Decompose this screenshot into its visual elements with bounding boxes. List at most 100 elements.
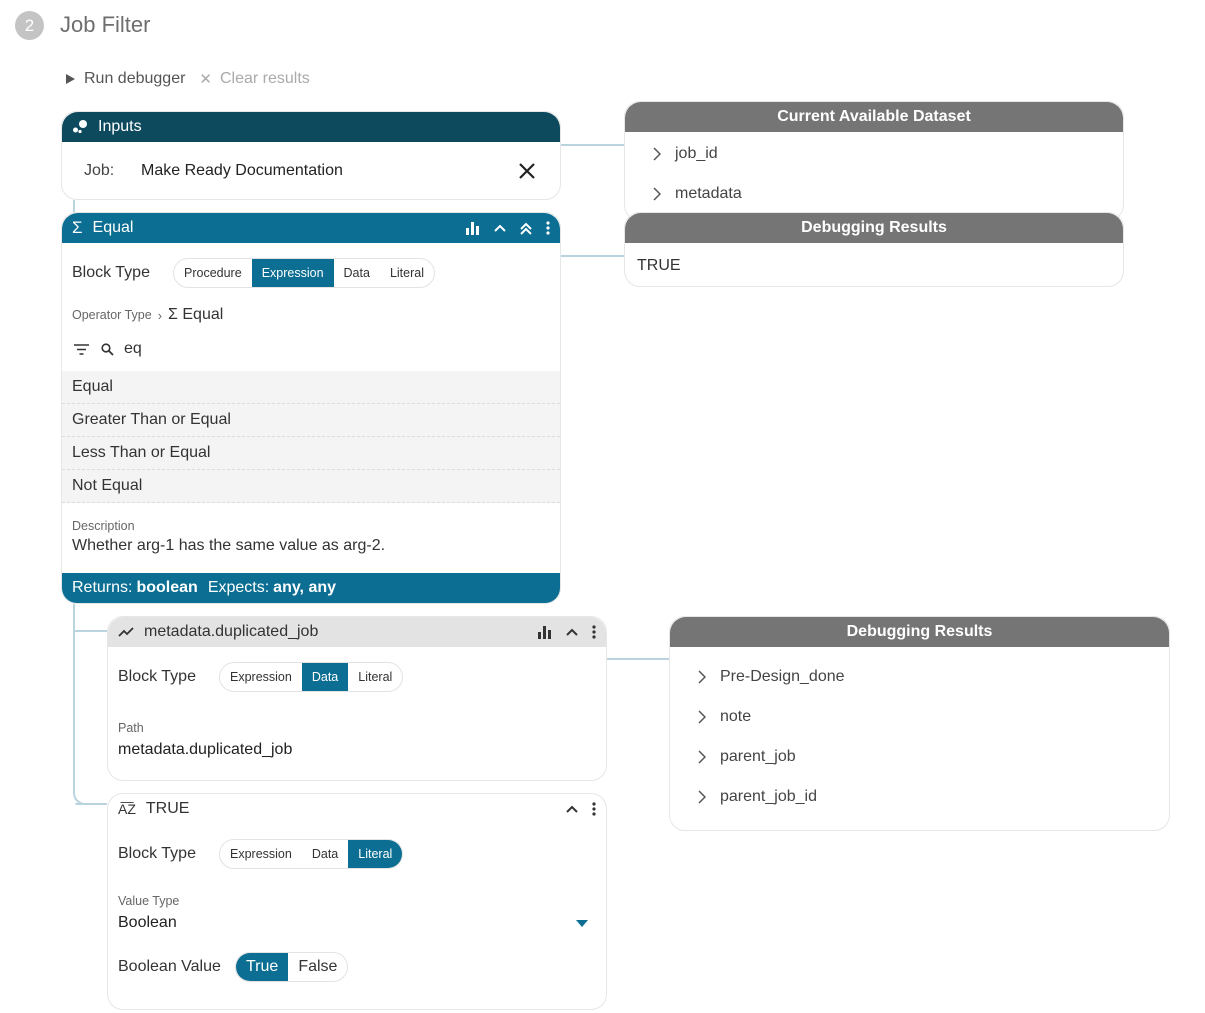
chevron-up-icon[interactable] [566, 805, 578, 813]
block-type-selector: Expression Data Literal [219, 662, 404, 692]
tree-item-label: note [720, 708, 752, 725]
tree-item[interactable]: Pre-Design_done [670, 657, 1169, 697]
block-type-row: Block Type Procedure Expression Data Lit… [62, 243, 560, 303]
metadata-block-title: metadata.duplicated_job [144, 623, 319, 640]
connector-line [561, 144, 624, 146]
equal-block-header: Σ Equal [62, 213, 560, 243]
block-type-expression[interactable]: Expression [220, 663, 302, 691]
block-type-literal[interactable]: Literal [380, 259, 434, 287]
description-value: Whether arg-1 has the same value as arg-… [72, 537, 386, 554]
boolean-true-option[interactable]: True [236, 953, 289, 981]
chevron-up-icon[interactable] [566, 628, 578, 636]
connector-line [607, 658, 669, 660]
description-section: Description Whether arg-1 has the same v… [62, 503, 560, 569]
tree-item-label: metadata [675, 185, 742, 202]
trending-icon [118, 627, 134, 637]
value-type-section: Value Type Boolean [108, 884, 606, 932]
boolean-value-label: Boolean Value [118, 958, 221, 975]
block-type-label: Block Type [72, 264, 150, 281]
block-type-data[interactable]: Data [301, 663, 349, 691]
chevron-right-icon: › [157, 307, 163, 323]
connector-line [561, 255, 624, 257]
boolean-toggle: True False [235, 952, 349, 982]
block-type-expression[interactable]: Expression [251, 259, 334, 287]
operator-type-breadcrumb: Operator Type › Σ Equal [62, 303, 560, 327]
block-type-label: Block Type [118, 668, 196, 685]
chevron-right-icon [698, 710, 706, 724]
returns-label: Returns: [72, 579, 133, 596]
run-debugger-button[interactable]: Run debugger [66, 70, 185, 88]
operator-option-gte[interactable]: Greater Than or Equal [62, 404, 560, 437]
connector-curve [73, 785, 93, 805]
block-type-data[interactable]: Data [334, 259, 380, 287]
chevron-right-icon [698, 750, 706, 764]
job-label: Job: [84, 162, 115, 179]
operator-options-list: Equal Greater Than or Equal Less Than or… [62, 371, 560, 503]
connector-line [73, 630, 107, 632]
dataset-panel: Current Available Dataset job_id metadat… [624, 101, 1124, 221]
returns-value: boolean [136, 579, 198, 596]
play-icon [66, 74, 75, 84]
chevron-up-icon[interactable] [494, 224, 506, 232]
inputs-title: Inputs [98, 118, 142, 135]
chevron-right-icon [653, 147, 661, 161]
block-type-selector: Expression Data Literal [219, 839, 404, 869]
block-type-selector: Procedure Expression Data Literal [173, 258, 435, 288]
block-type-literal[interactable]: Literal [348, 663, 402, 691]
job-value[interactable]: Make Ready Documentation [141, 162, 516, 180]
tree-item[interactable]: note [670, 697, 1169, 737]
tree-item[interactable]: parent_job [670, 737, 1169, 777]
boolean-false-option[interactable]: False [288, 953, 347, 981]
value-type-label: Value Type [118, 894, 180, 908]
chevron-right-icon [698, 670, 706, 684]
true-block-header: A͞Z TRUE [108, 794, 606, 824]
tree-item-label: parent_job_id [720, 788, 817, 805]
connector-line [73, 200, 75, 212]
inputs-icon [73, 120, 87, 134]
tree-item-label: Pre-Design_done [720, 668, 845, 685]
tree-item[interactable]: job_id [625, 134, 1123, 174]
debug-toolbar: Run debugger ✕ Clear results [66, 70, 310, 88]
equal-block-title: Equal [92, 219, 134, 236]
block-type-expression[interactable]: Expression [220, 840, 302, 868]
job-input-row: Job: Make Ready Documentation [62, 142, 560, 200]
metadata-block-card: metadata.duplicated_job Block Type Expre… [107, 616, 607, 781]
true-block-card: A͞Z TRUE Block Type Expression Data Lite… [107, 793, 607, 1010]
bar-chart-icon[interactable] [466, 221, 480, 235]
close-icon[interactable] [516, 160, 538, 182]
value-type-select[interactable]: Boolean [118, 914, 596, 932]
filter-icon[interactable] [74, 343, 89, 355]
double-chevron-up-icon[interactable] [520, 222, 532, 235]
close-icon: ✕ [199, 71, 212, 88]
operator-search-input[interactable]: eq [124, 340, 142, 358]
more-vert-icon[interactable] [592, 625, 596, 639]
tree-item[interactable]: parent_job_id [670, 777, 1169, 817]
step-number-badge: 2 [15, 11, 44, 40]
dataset-panel-header: Current Available Dataset [625, 102, 1123, 132]
block-type-data[interactable]: Data [302, 840, 348, 868]
block-type-row: Block Type Expression Data Literal [108, 647, 606, 707]
path-label: Path [118, 721, 144, 735]
operator-option-lte[interactable]: Less Than or Equal [62, 437, 560, 470]
bar-chart-icon[interactable] [538, 625, 552, 639]
path-value[interactable]: metadata.duplicated_job [118, 741, 596, 759]
returns-bar: Returns: boolean Expects: any, any [62, 573, 560, 603]
page-title: Job Filter [60, 12, 151, 37]
clear-results-button[interactable]: ✕ Clear results [199, 70, 309, 88]
equal-block-card: Σ Equal Block Type Procedure Expression … [61, 212, 561, 604]
operator-type-value: Σ Equal [168, 306, 224, 323]
chevron-right-icon [698, 790, 706, 804]
more-vert-icon[interactable] [592, 802, 596, 816]
tree-item-label: parent_job [720, 748, 796, 765]
search-icon [101, 342, 114, 356]
operator-option-equal[interactable]: Equal [62, 371, 560, 404]
true-block-title: TRUE [145, 800, 190, 817]
operator-search-row: eq [62, 327, 560, 371]
tree-item[interactable]: metadata [625, 174, 1123, 214]
path-section: Path metadata.duplicated_job [108, 707, 606, 759]
more-vert-icon[interactable] [546, 221, 550, 235]
operator-option-not-equal[interactable]: Not Equal [62, 470, 560, 503]
block-type-procedure[interactable]: Procedure [174, 259, 252, 287]
block-type-literal[interactable]: Literal [348, 840, 403, 868]
operator-type-label[interactable]: Operator Type [72, 308, 152, 322]
